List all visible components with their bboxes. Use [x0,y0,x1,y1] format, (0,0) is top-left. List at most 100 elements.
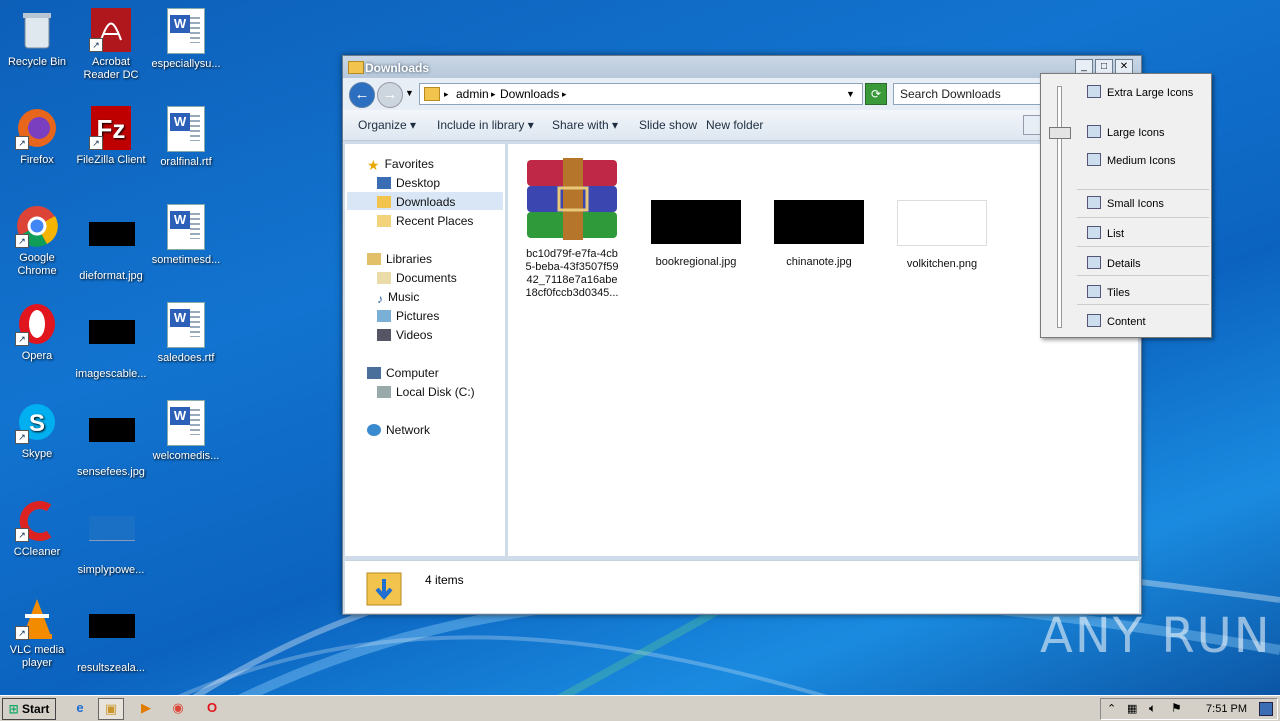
desktop-icon-resultszeala[interactable]: resultszeala... [74,596,148,675]
medium-icons-icon [1087,153,1101,166]
windows-logo-icon: ⊞ [8,702,19,716]
desktop-icon-opera[interactable]: ↗ Opera [0,302,74,363]
documents-icon [377,272,391,284]
desktop-icon-especiallysu[interactable]: W especiallysu... [149,8,223,71]
image-thumb-icon [89,614,135,658]
desktop-icon-simplypowe[interactable]: simplypowe... [74,498,148,577]
desktop-icon-imagescable[interactable]: imagescable... [74,302,148,381]
clock[interactable]: 7:51 PM [1206,703,1247,715]
desktop-icon-saledoes[interactable]: W saledoes.rtf [149,302,223,365]
downloads-folder-icon [366,572,402,606]
file-item-bookregional[interactable]: bookregional.jpg [646,200,746,269]
file-item-chinanote[interactable]: chinanote.jpg [769,200,869,269]
nav-libraries[interactable]: Libraries [367,252,432,266]
acrobat-icon: ↗ [89,8,133,52]
desktop-icon-filezilla[interactable]: Fz ↗ FileZilla Client [74,106,148,167]
chrome-taskbar-icon[interactable]: ◉ [166,698,190,718]
breadcrumb-separator-icon: ▸ [444,89,449,99]
view-slider-track[interactable] [1057,86,1062,328]
view-content[interactable]: Content [1087,314,1146,328]
address-bar[interactable]: ▸ admin ▸ Downloads ▸ ▼ [419,83,863,105]
nav-network[interactable]: Network [367,423,430,437]
organize-button[interactable]: Organize ▾ [358,118,416,132]
title-bar[interactable]: Downloads _ □ ✕ [343,56,1141,78]
nav-videos[interactable]: Videos [377,328,432,342]
desktop-icon-firefox[interactable]: ↗ Firefox [0,106,74,167]
desktop-icon-sensefees[interactable]: sensefees.jpg [74,400,148,479]
desktop-icon-acrobat[interactable]: ↗ Acrobat Reader DC [74,8,148,82]
breadcrumb-downloads[interactable]: Downloads [500,87,559,101]
include-in-library-button[interactable]: Include in library ▾ [437,118,534,132]
slide-show-button[interactable]: Slide show [639,118,697,132]
vlc-icon: ↗ [15,596,59,640]
desktop-icon-ccleaner[interactable]: ↗ CCleaner [0,498,74,559]
menu-separator [1077,189,1209,190]
nav-downloads[interactable]: Downloads [377,195,455,209]
view-tiles[interactable]: Tiles [1087,285,1130,299]
filezilla-icon: Fz ↗ [89,106,133,150]
back-button[interactable]: ← [349,82,375,108]
breadcrumb-admin[interactable]: admin [456,87,489,101]
explorer-window[interactable]: Downloads _ □ ✕ ← → ▼ ▸ admin ▸ Download… [342,55,1142,615]
nav-pictures[interactable]: Pictures [377,309,439,323]
recent-pages-dropdown-icon[interactable]: ▼ [405,88,414,98]
nav-favorites[interactable]: ★ Favorites [367,157,434,173]
music-icon: ♪ [377,292,383,306]
file-name: volkitchen.png [906,258,978,270]
desktop-icon-welcomedis[interactable]: W welcomedis... [149,400,223,463]
file-item-archive[interactable]: bc10d79f-e7fa-4cb5-beba-43f3507f5942_711… [522,158,622,300]
internet-explorer-icon[interactable]: e [68,698,92,718]
word-doc-icon: W [167,204,205,250]
view-large-icons[interactable]: Large Icons [1087,125,1164,139]
videos-icon [377,329,391,341]
view-menu[interactable]: Extra Large Icons Large Icons Medium Ico… [1040,73,1212,338]
view-slider-thumb[interactable] [1049,127,1071,139]
new-folder-button[interactable]: New folder [706,118,763,132]
action-center-flag-icon[interactable]: ⚑ [1171,701,1182,715]
desktop-icon-vlc[interactable]: ↗ VLC media player [0,596,74,670]
volume-icon[interactable]: 🔈︎ [1149,701,1156,716]
view-details[interactable]: Details [1087,256,1141,270]
forward-button[interactable]: → [377,82,403,108]
desktop-icon-sometimesd[interactable]: W sometimesd... [149,204,223,267]
desktop-icon-recycle-bin[interactable]: Recycle Bin [0,8,74,69]
word-doc-icon: W [167,8,205,54]
nav-computer[interactable]: Computer [367,366,439,380]
opera-taskbar-icon[interactable]: O [200,698,224,718]
share-with-button[interactable]: Share with ▾ [552,118,618,132]
desktop-icon-oralfinal[interactable]: W oralfinal.rtf [149,106,223,169]
desktop-icon-skype[interactable]: S ↗ Skype [0,400,74,461]
content-icon [1087,314,1101,327]
menu-separator [1077,246,1209,247]
view-extra-large-icons[interactable]: Extra Large Icons [1087,85,1193,99]
view-medium-icons[interactable]: Medium Icons [1087,153,1175,167]
nav-documents[interactable]: Documents [377,271,457,285]
show-desktop-button[interactable] [1259,702,1273,716]
show-hidden-icons-icon[interactable]: ⌃ [1107,702,1116,715]
item-count: 4 items [425,573,464,587]
address-dropdown-icon[interactable]: ▼ [846,89,855,99]
refresh-button[interactable]: ⟳ [865,83,887,105]
network-tray-icon[interactable]: ▦ [1127,702,1137,715]
command-bar: Organize ▾ Include in library ▾ Share wi… [343,110,1141,141]
file-name: bookregional.jpg [655,256,737,268]
start-button[interactable]: ⊞ Start [2,698,56,720]
desktop-icon-chrome[interactable]: ↗ Google Chrome [0,204,74,278]
system-tray: ⌃ ▦ 🔈︎ ⚑ 7:51 PM [1100,698,1278,720]
view-list[interactable]: List [1087,226,1124,240]
menu-separator [1077,275,1209,276]
media-player-icon[interactable]: ▶ [134,698,158,718]
explorer-taskbar-icon[interactable]: ▣ [98,698,124,720]
view-small-icons[interactable]: Small Icons [1087,196,1164,210]
extra-large-icons-icon [1087,85,1101,98]
desktop-icon-dieformat[interactable]: dieformat.jpg [74,204,148,283]
nav-recent-places[interactable]: Recent Places [377,214,473,228]
nav-local-disk[interactable]: Local Disk (C:) [377,385,475,399]
image-thumbnail [651,200,741,244]
file-item-volkitchen[interactable]: volkitchen.png [892,200,992,271]
nav-music[interactable]: ♪ Music [377,290,419,306]
nav-desktop[interactable]: Desktop [377,176,440,190]
word-doc-icon: W [167,106,205,152]
recent-places-icon [377,215,391,227]
image-thumb-icon [89,222,135,266]
